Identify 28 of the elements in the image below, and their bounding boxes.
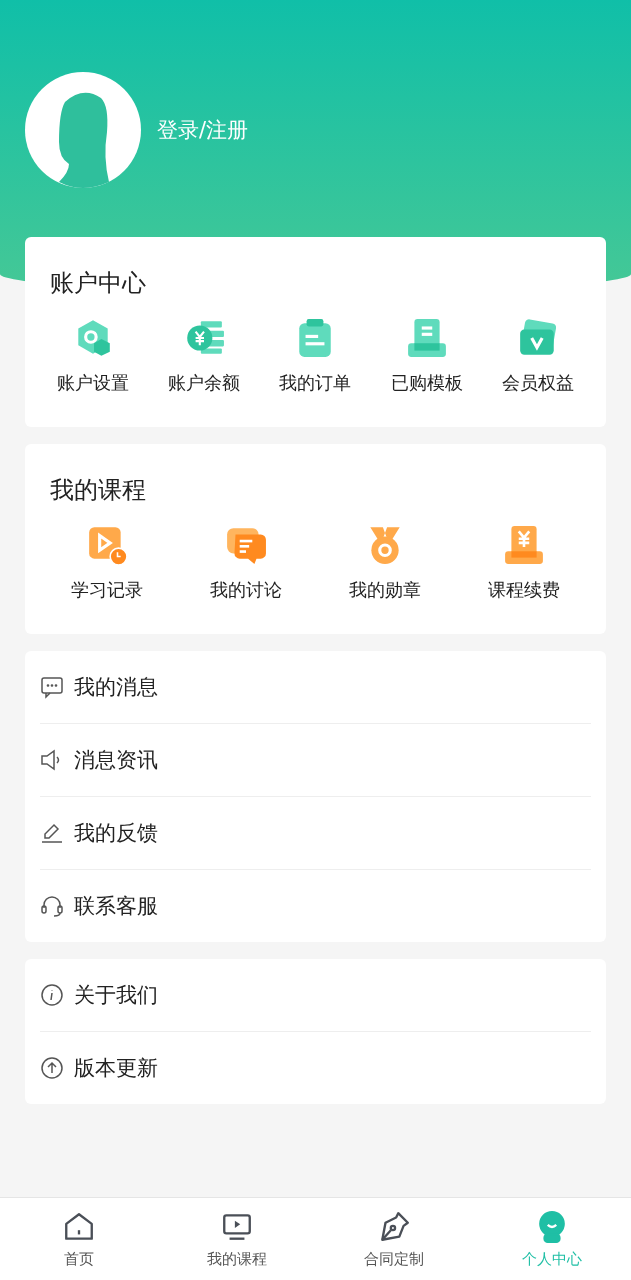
avatar-icon[interactable] [25, 72, 141, 188]
tab[interactable]: 我的课程 [157, 1198, 316, 1280]
headset-icon [40, 894, 64, 918]
menu-item[interactable]: 消息资讯 [40, 724, 591, 797]
section-title: 我的课程 [49, 475, 147, 506]
shortcut-item[interactable]: 会员权益 [482, 317, 594, 395]
tab[interactable]: 合同定制 [315, 1198, 474, 1280]
tray-icon [405, 317, 448, 359]
upload-icon [40, 1056, 64, 1080]
menu-item[interactable]: 版本更新 [40, 1032, 591, 1104]
shortcut-item[interactable]: 已购模板 [371, 317, 483, 395]
shortcut-item[interactable]: 学习记录 [37, 524, 177, 602]
menu-item[interactable]: 关于我们 [40, 959, 591, 1032]
shortcut-item[interactable]: 我的订单 [259, 317, 372, 395]
chat-bubble-icon [40, 675, 64, 699]
receipt-icon [503, 524, 546, 566]
menu-item[interactable]: 我的反馈 [40, 797, 591, 870]
tab[interactable]: 首页 [0, 1198, 158, 1280]
menu-item[interactable]: 联系客服 [40, 870, 591, 942]
shortcut-item[interactable]: 我的讨论 [176, 524, 316, 602]
shortcut-item[interactable]: 我的勋章 [315, 524, 455, 602]
menu-item[interactable]: 我的消息 [40, 651, 591, 724]
shortcut-item[interactable]: 账户设置 [37, 317, 149, 395]
shortcut-item[interactable]: 账户余额 [148, 317, 260, 395]
info-icon [40, 983, 64, 1007]
section-title: 账户中心 [49, 268, 147, 299]
pen-icon [40, 821, 64, 845]
shortcut-item[interactable]: 课程续费 [454, 524, 594, 602]
